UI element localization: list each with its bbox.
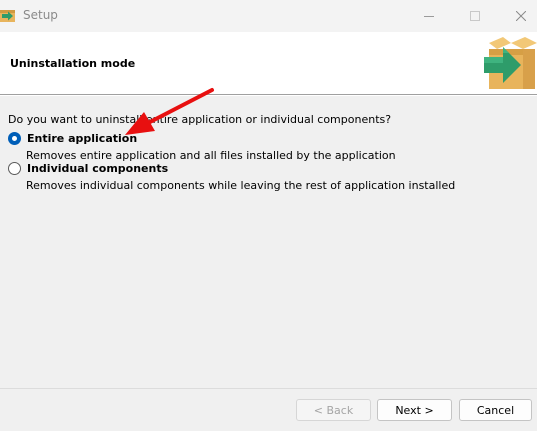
option-entire-application[interactable]: Entire application xyxy=(8,132,137,145)
setup-window: Setup Uninstallation mode Do you want to… xyxy=(0,0,537,431)
option-individual-components[interactable]: Individual components xyxy=(8,162,168,175)
close-button[interactable] xyxy=(498,0,537,32)
cancel-button[interactable]: Cancel xyxy=(459,399,532,421)
next-button[interactable]: Next > xyxy=(377,399,452,421)
minimize-button[interactable] xyxy=(406,0,452,32)
maximize-button[interactable] xyxy=(452,0,498,32)
radio-individual-components[interactable] xyxy=(8,162,21,175)
back-button[interactable]: < Back xyxy=(296,399,371,421)
footer-divider xyxy=(0,388,537,389)
header-divider-highlight xyxy=(0,95,537,96)
radio-entire-application[interactable] xyxy=(8,132,21,145)
window-title: Setup xyxy=(23,8,58,22)
wizard-header: Uninstallation mode xyxy=(0,32,537,94)
maximize-icon xyxy=(470,11,480,21)
option-description: Removes entire application and all files… xyxy=(26,149,396,162)
option-label[interactable]: Individual components xyxy=(27,162,168,175)
page-title: Uninstallation mode xyxy=(10,57,136,70)
minimize-icon xyxy=(424,16,434,17)
title-bar[interactable]: Setup xyxy=(0,0,537,32)
setup-app-icon xyxy=(0,10,15,22)
box-arrow-icon xyxy=(484,37,537,89)
uninstall-question: Do you want to uninstall entire applicat… xyxy=(8,113,392,126)
close-icon xyxy=(516,11,526,21)
option-description: Removes individual components while leav… xyxy=(26,179,456,192)
option-label[interactable]: Entire application xyxy=(27,132,137,145)
